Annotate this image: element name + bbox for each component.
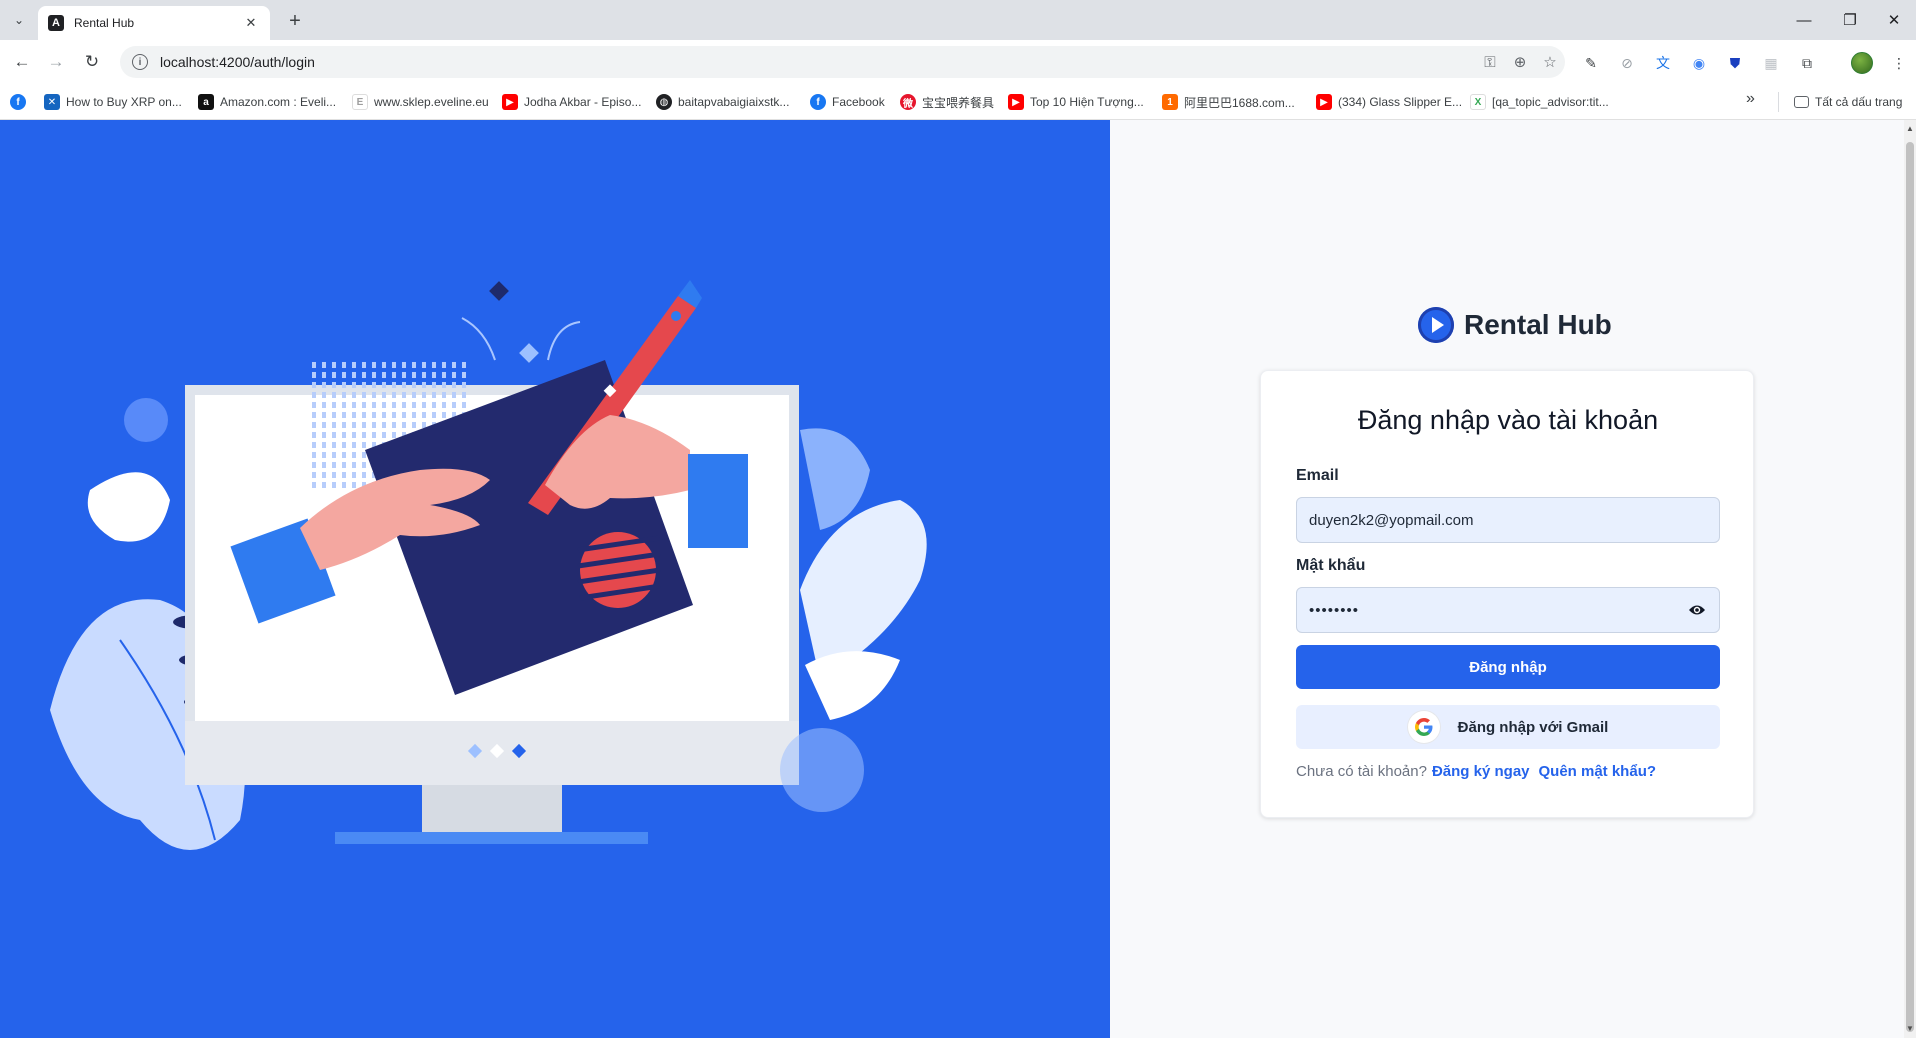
bookmarks-overflow-chevron-icon[interactable]: » <box>1746 90 1755 108</box>
amazon-icon: a <box>198 94 214 110</box>
window-close-icon[interactable]: ✕ <box>1872 6 1916 34</box>
xrp-icon: ✕ <box>44 94 60 110</box>
bookmark-item[interactable]: 微 宝宝喂养餐具 <box>900 92 994 112</box>
eye-icon[interactable] <box>1687 600 1707 620</box>
browser-tab-active[interactable]: A Rental Hub ✕ <box>38 6 270 40</box>
youtube-icon: ▶ <box>502 94 518 110</box>
bookmark-facebook-pinned[interactable]: f <box>10 92 32 112</box>
site-info-icon[interactable]: i <box>132 54 148 70</box>
bookmarks-separator <box>1778 92 1779 112</box>
diamond-decoration <box>519 343 539 363</box>
lens-extension-icon[interactable]: ◉ <box>1686 50 1712 76</box>
address-bar[interactable]: i localhost:4200/auth/login ⚿ ⊕ ☆ <box>120 46 1565 78</box>
bookmark-item[interactable]: a Amazon.com : Eveli... <box>198 92 336 112</box>
extensions-puzzle-icon[interactable]: ⧉ <box>1794 50 1820 76</box>
brand-header: Rental Hub <box>1418 305 1612 345</box>
email-field[interactable]: duyen2k2@yopmail.com <box>1296 497 1720 543</box>
leaf-decoration <box>805 651 900 720</box>
email-label: Email <box>1296 467 1339 484</box>
globe-icon: ◍ <box>656 94 672 110</box>
translate-extension-icon[interactable]: 文 <box>1650 50 1676 76</box>
forgot-password-link[interactable]: Quên mật khẩu? <box>1539 763 1657 780</box>
forward-arrow-icon[interactable]: → <box>42 48 70 76</box>
youtube-icon: ▶ <box>1316 94 1332 110</box>
password-field[interactable]: •••••••• <box>1296 587 1720 633</box>
leaf-decoration <box>87 472 170 542</box>
browser-menu-kebab-icon[interactable]: ⋮ <box>1886 50 1912 76</box>
password-value: •••••••• <box>1309 601 1360 619</box>
hero-illustration-panel <box>0 120 1110 1038</box>
google-login-button[interactable]: Đăng nhập với Gmail <box>1296 705 1720 749</box>
monitor-base <box>335 832 648 844</box>
tab-title: Rental Hub <box>74 16 135 30</box>
login-title: Đăng nhập vào tài khoản <box>1357 405 1659 435</box>
circle-decoration <box>780 728 864 812</box>
password-label: Mật khẩu <box>1296 557 1366 574</box>
bookmark-item[interactable]: ◍ baitapvabaigiaixstk... <box>656 92 789 112</box>
circle-decoration <box>124 398 168 442</box>
eyedropper-extension-icon[interactable]: ✎ <box>1578 50 1604 76</box>
brand-name: Rental Hub <box>1464 309 1612 340</box>
page-scrollbar[interactable]: ▲ ▼ <box>1904 120 1916 1038</box>
register-link[interactable]: Đăng ký ngay <box>1432 763 1530 780</box>
compass-extension-icon[interactable]: ⊘ <box>1614 50 1640 76</box>
folder-icon <box>1794 96 1809 108</box>
tab-close-icon[interactable]: ✕ <box>242 15 260 31</box>
login-card: Đăng nhập vào tài khoản Email duyen2k2@y… <box>1260 370 1754 818</box>
all-bookmarks-folder[interactable]: Tất cả dấu trang <box>1794 92 1902 112</box>
bookmark-star-icon[interactable]: ☆ <box>1535 48 1565 76</box>
password-key-icon[interactable]: ⚿ <box>1475 48 1505 76</box>
reload-icon[interactable]: ↻ <box>78 48 106 76</box>
profile-avatar[interactable] <box>1851 52 1873 74</box>
browser-tab-strip: ⌄ A Rental Hub ✕ + — ❐ ✕ <box>0 0 1916 40</box>
bookmark-item[interactable]: ▶ Jodha Akbar - Episo... <box>502 92 641 112</box>
bookmark-item[interactable]: f Facebook <box>810 92 885 112</box>
shield-extension-icon[interactable]: ⛊ <box>1722 50 1748 76</box>
arc-decoration <box>461 317 496 361</box>
alibaba-icon: 1 <box>1162 94 1178 110</box>
diamond-decoration <box>489 281 509 301</box>
bookmark-item[interactable]: E www.sklep.eveline.eu <box>352 92 489 112</box>
facebook-icon: f <box>810 94 826 110</box>
grid-extension-icon[interactable]: ▦ <box>1758 50 1784 76</box>
google-icon <box>1407 711 1440 743</box>
facebook-icon: f <box>10 94 26 110</box>
no-account-text: Chưa có tài khoản? <box>1296 763 1427 780</box>
right-sleeve <box>688 454 748 548</box>
google-login-label: Đăng nhập với Gmail <box>1457 718 1609 736</box>
bookmarks-bar: f ✕ How to Buy XRP on... a Amazon.com : … <box>0 84 1916 120</box>
window-restore-icon[interactable]: ❐ <box>1828 6 1872 34</box>
new-tab-plus-icon[interactable]: + <box>282 8 308 34</box>
login-button[interactable]: Đăng nhập <box>1296 645 1720 689</box>
scroll-up-arrow-icon[interactable]: ▲ <box>1906 124 1914 133</box>
play-logo-icon <box>1418 307 1454 343</box>
bookmark-item[interactable]: 1 阿里巴巴1688.com... <box>1162 92 1295 112</box>
monitor-stand <box>422 785 562 837</box>
bookmark-item[interactable]: ▶ (334) Glass Slipper E... <box>1316 92 1462 112</box>
cx-icon: X <box>1470 94 1486 110</box>
auth-footer-links: Chưa có tài khoản? Đăng ký ngay Quên mật… <box>1296 763 1656 780</box>
eveline-icon: E <box>352 94 368 110</box>
window-minimize-icon[interactable]: — <box>1782 6 1826 34</box>
zoom-icon[interactable]: ⊕ <box>1505 48 1535 76</box>
designer-illustration <box>50 280 927 850</box>
back-arrow-icon[interactable]: ← <box>8 48 36 76</box>
angular-favicon-icon: A <box>48 15 64 31</box>
scroll-down-arrow-icon[interactable]: ▼ <box>1906 1024 1914 1033</box>
youtube-icon: ▶ <box>1008 94 1024 110</box>
arc-decoration <box>547 321 581 361</box>
bookmark-item[interactable]: X [qa_topic_advisor:tit... <box>1470 92 1609 112</box>
tab-search-chevron-icon[interactable]: ⌄ <box>6 8 32 32</box>
pencil-dot <box>671 311 681 321</box>
url-text[interactable]: localhost:4200/auth/login <box>160 54 1475 70</box>
weibo-icon: 微 <box>900 94 916 110</box>
email-value: duyen2k2@yopmail.com <box>1309 511 1474 529</box>
scroll-thumb[interactable] <box>1906 142 1914 1032</box>
bookmark-item[interactable]: ✕ How to Buy XRP on... <box>44 92 182 112</box>
bookmark-item[interactable]: ▶ Top 10 Hiện Tượng... <box>1008 92 1144 112</box>
